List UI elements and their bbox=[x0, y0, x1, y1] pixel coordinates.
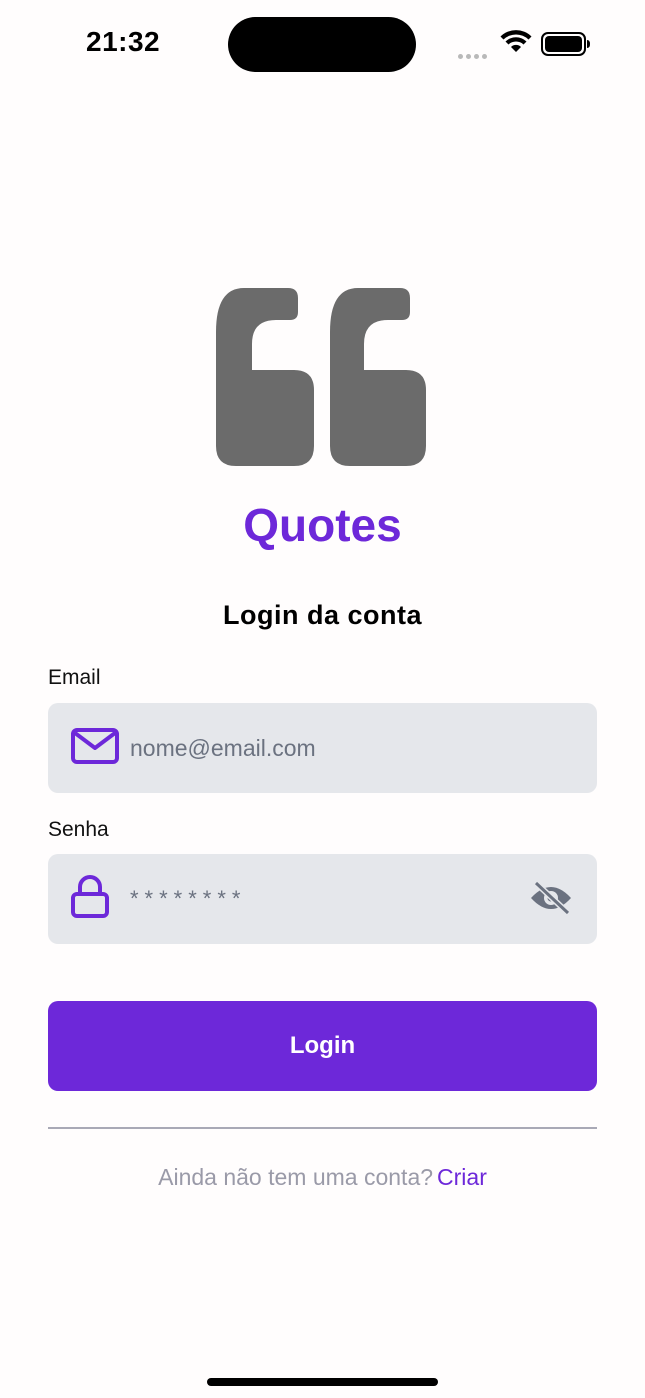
quote-mark-icon bbox=[216, 288, 426, 466]
cellular-signal-icon bbox=[458, 46, 492, 59]
eye-off-icon[interactable] bbox=[528, 880, 574, 916]
email-input[interactable] bbox=[130, 703, 510, 793]
create-account-link[interactable]: Criar bbox=[437, 1164, 487, 1190]
wifi-icon bbox=[500, 30, 532, 52]
email-field[interactable] bbox=[48, 703, 597, 793]
app-title: Quotes bbox=[243, 499, 402, 551]
mail-icon bbox=[71, 728, 119, 764]
form-heading: Login da conta bbox=[223, 600, 422, 630]
email-label: Email bbox=[48, 666, 101, 689]
status-time: 21:32 bbox=[86, 26, 161, 57]
password-label: Senha bbox=[48, 818, 109, 841]
lock-icon bbox=[71, 875, 109, 918]
password-field[interactable]: ******** bbox=[48, 854, 597, 944]
password-input[interactable]: ******** bbox=[130, 854, 247, 944]
battery-icon bbox=[541, 32, 590, 56]
divider bbox=[48, 1127, 597, 1129]
signup-text: Ainda não tem uma conta? bbox=[158, 1164, 434, 1190]
home-indicator[interactable] bbox=[207, 1378, 438, 1386]
login-button[interactable]: Login bbox=[48, 1001, 597, 1091]
signup-prompt: Ainda não tem uma conta? Criar bbox=[0, 1164, 645, 1191]
dynamic-island bbox=[228, 17, 416, 72]
